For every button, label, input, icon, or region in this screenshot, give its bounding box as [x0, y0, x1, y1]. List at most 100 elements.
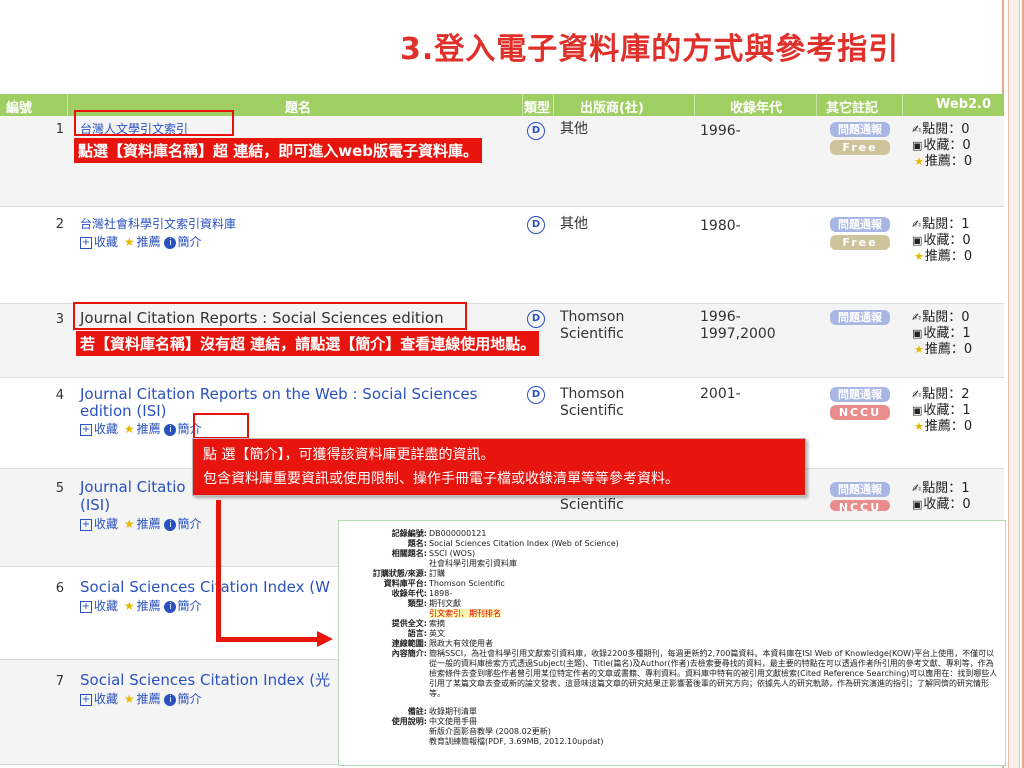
arrow-shaft: [216, 500, 221, 642]
nccu-badge: NCCU: [830, 405, 890, 420]
table-row: 2 台灣社會科學引文索引資料庫 + 收藏 ★ 推薦 i 簡介 D 其他 1980- 問…: [0, 207, 1004, 304]
web2-stats: ✍點閱：1 ▣收藏：0 ★推薦：0: [912, 217, 973, 264]
row-actions: + 收藏 ★ 推薦 i 簡介: [80, 515, 201, 532]
recommend-link[interactable]: 推薦: [137, 422, 161, 436]
header-title: 題名: [285, 101, 312, 116]
db-title-link[interactable]: Journal Citation Reports on the Web : So…: [80, 386, 510, 420]
db-title-link-cont[interactable]: (ISI): [80, 497, 140, 514]
header-web20: Web2.0: [936, 97, 992, 112]
highlight-intro: [193, 413, 249, 439]
recommend-icon: ★: [914, 250, 924, 263]
highlight-db-name: [73, 302, 467, 330]
collect-icon[interactable]: +: [80, 693, 92, 706]
free-badge: Free: [830, 235, 890, 250]
free-badge: Free: [830, 140, 890, 155]
years: 1996-: [700, 123, 741, 139]
recommend-icon: ★: [914, 343, 924, 356]
intro-link[interactable]: 簡介: [177, 692, 201, 706]
callout-hyperlink: 點選【資料庫名稱】超 連結，即可進入web版電子資料庫。: [74, 138, 482, 163]
info-icon[interactable]: i: [164, 423, 177, 436]
hits-icon: ✍: [912, 388, 922, 401]
arrow-shaft: [216, 637, 319, 642]
info-icon[interactable]: i: [164, 600, 177, 613]
collect-icon[interactable]: +: [80, 423, 92, 436]
collect-link[interactable]: 收藏: [94, 692, 118, 706]
row-num: 2: [55, 217, 64, 232]
publisher: Scientific: [560, 497, 624, 513]
collect-icon: ▣: [912, 139, 923, 152]
row-num: 1: [55, 122, 64, 137]
collect-icon: ▣: [912, 498, 923, 511]
db-title-link[interactable]: Journal Citatio: [80, 479, 190, 496]
star-icon: ★: [123, 517, 135, 531]
row-num: 4: [55, 388, 64, 403]
db-title-link[interactable]: 台灣社會科學引文索引資料庫: [80, 216, 510, 233]
recommend-link[interactable]: 推薦: [137, 517, 161, 531]
publisher: Thomson Scientific: [560, 309, 625, 342]
star-icon: ★: [123, 692, 135, 706]
collect-icon[interactable]: +: [80, 236, 92, 249]
highlight-db-link: [74, 110, 234, 136]
database-detail-popup: 記錄編號: DB000000121 題名: Social Sciences Cita…: [338, 520, 1006, 766]
star-icon: ★: [123, 235, 135, 249]
intro-link[interactable]: 簡介: [177, 235, 201, 249]
header-publisher: 出版商(社): [580, 101, 644, 116]
database-type-icon: D: [527, 310, 545, 328]
star-icon: ★: [123, 422, 135, 436]
row-actions: + 收藏 ★ 推薦 i 簡介: [80, 233, 201, 250]
header-num: 編號: [6, 101, 33, 116]
report-issue-button[interactable]: 問題通報: [830, 217, 890, 232]
row-num: 5: [55, 481, 64, 496]
row-actions: + 收藏 ★ 推薦 i 簡介: [80, 597, 201, 614]
years: 1980-: [700, 218, 741, 234]
collect-icon[interactable]: +: [80, 518, 92, 531]
web2-stats: ✍點閱：2 ▣收藏：1 ★推薦：0: [912, 387, 973, 434]
publisher: 其他: [560, 121, 588, 137]
header-years: 收錄年代: [730, 101, 783, 116]
row-num: 6: [55, 581, 64, 596]
collect-icon: ▣: [912, 404, 923, 417]
collect-link[interactable]: 收藏: [94, 235, 118, 249]
info-icon[interactable]: i: [164, 693, 177, 706]
row-actions: + 收藏 ★ 推薦 i 簡介: [80, 420, 201, 437]
arrow-head-icon: [317, 631, 333, 647]
publisher: Thomson Scientific: [560, 386, 625, 419]
nccu-badge: NCCU: [830, 500, 890, 511]
collect-link[interactable]: 收藏: [94, 517, 118, 531]
collect-link[interactable]: 收藏: [94, 422, 118, 436]
intro-link[interactable]: 簡介: [177, 517, 201, 531]
recommend-link[interactable]: 推薦: [137, 235, 161, 249]
callout-no-hyperlink: 若【資料庫名稱】沒有超 連結，請點選【簡介】查看連線使用地點。: [76, 331, 540, 356]
years: 2001-: [700, 386, 741, 402]
years: 1996- 1997,2000: [700, 309, 776, 342]
row-num: 3: [55, 312, 64, 327]
slide-border-bar: [1008, 0, 1020, 768]
report-issue-button[interactable]: 問題通報: [830, 482, 890, 497]
row-actions: + 收藏 ★ 推薦 i 簡介: [80, 690, 201, 707]
header-notes: 其它註記: [826, 101, 879, 116]
report-issue-button[interactable]: 問題通報: [830, 310, 890, 325]
info-icon[interactable]: i: [164, 518, 177, 531]
recommend-link[interactable]: 推薦: [137, 692, 161, 706]
info-icon[interactable]: i: [164, 236, 177, 249]
collect-link[interactable]: 收藏: [94, 599, 118, 613]
hits-icon: ✍: [912, 311, 922, 324]
star-icon: ★: [123, 599, 135, 613]
row-num: 7: [55, 674, 64, 689]
report-issue-button[interactable]: 問題通報: [830, 122, 890, 137]
database-type-icon: D: [527, 216, 545, 234]
db-title-link[interactable]: Social Sciences Citation Index (W: [80, 579, 338, 596]
database-type-icon: D: [527, 122, 545, 140]
web2-stats: ✍點閱：0 ▣收藏：0 ★推薦：0: [912, 122, 973, 169]
collect-icon[interactable]: +: [80, 600, 92, 613]
hits-icon: ✍: [912, 123, 922, 136]
callout-intro-line1: 點 選【簡介】，可獲得該資料庫更詳盡的資訊。: [203, 447, 495, 463]
recommend-link[interactable]: 推薦: [137, 599, 161, 613]
report-issue-button[interactable]: 問題通報: [830, 387, 890, 402]
intro-link[interactable]: 簡介: [177, 599, 201, 613]
slide-title: 3.登入電子資料庫的方式與參考指引: [400, 32, 900, 67]
web2-stats: ✍點閱：0 ▣收藏：1 ★推薦：0: [912, 310, 973, 357]
publisher: 其他: [560, 216, 588, 232]
callout-intro-line2: 包含資料庫重要資訊或使用限制、操作手冊電子檔或收錄清單等等參考資料。: [203, 471, 679, 487]
db-title-link[interactable]: Social Sciences Citation Index (光: [80, 672, 338, 689]
